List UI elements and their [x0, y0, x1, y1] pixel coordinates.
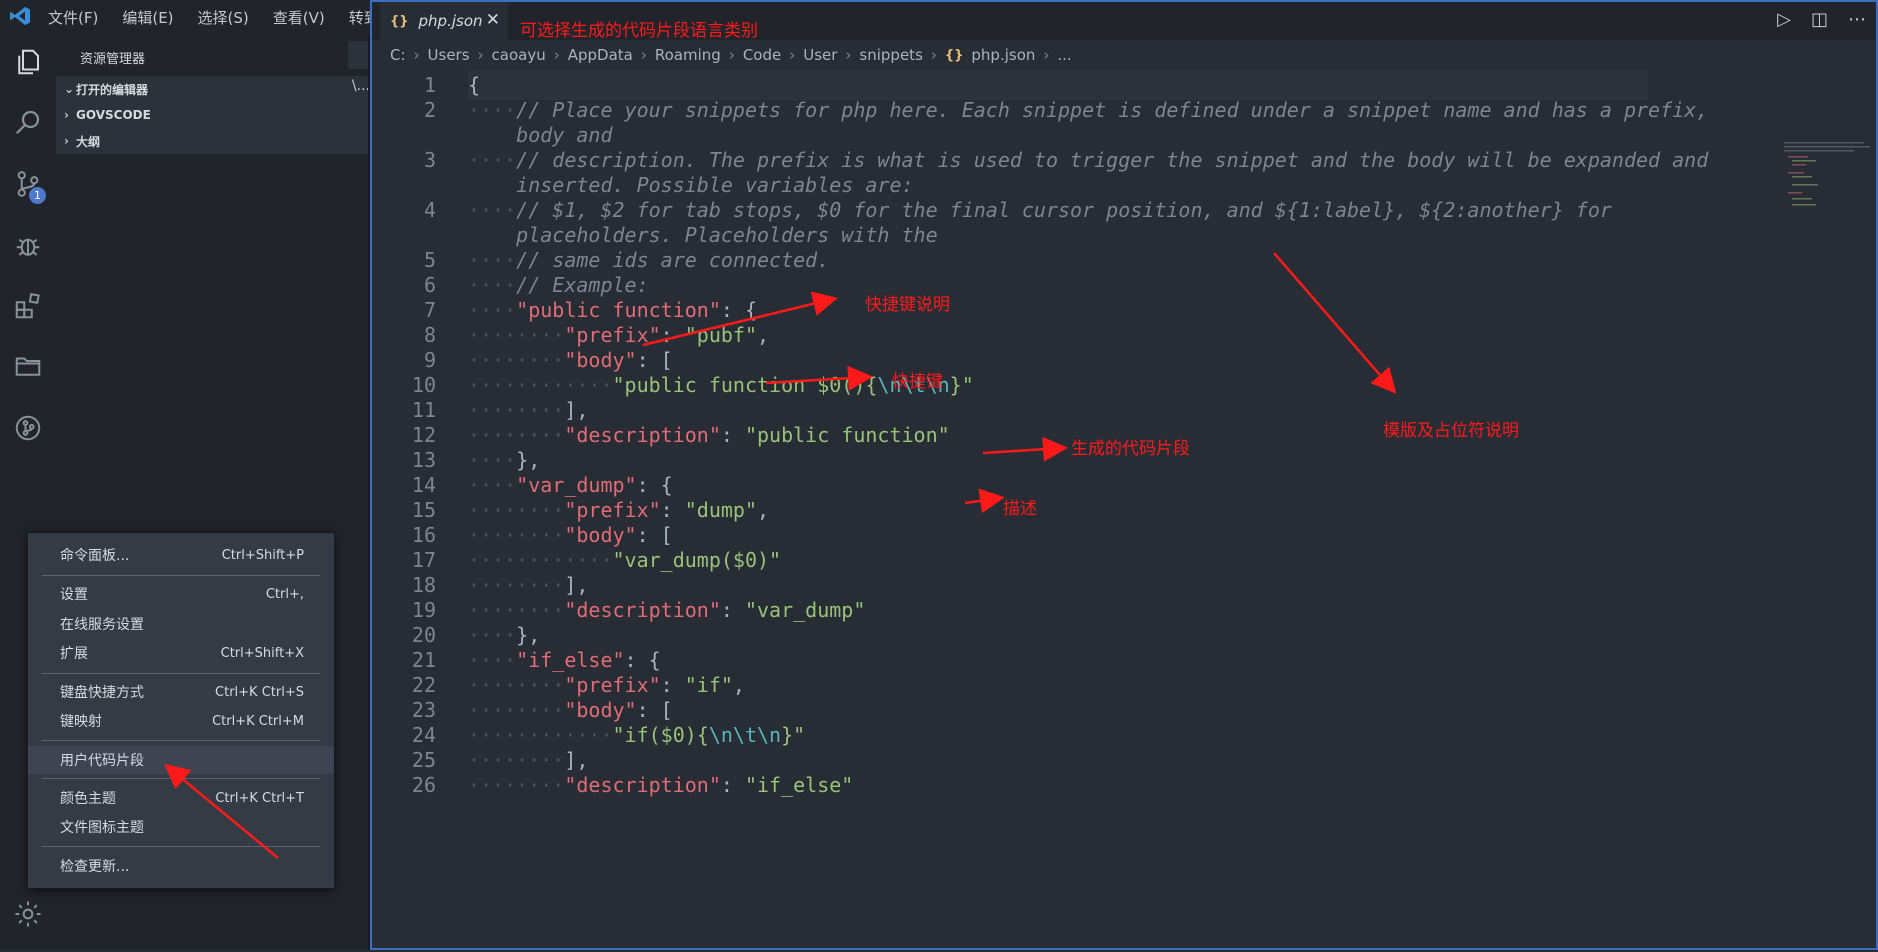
menu-item-user-snippets[interactable]: 用户代码片段: [28, 746, 334, 774]
split-editor-icon[interactable]: ◫: [1811, 9, 1828, 30]
extensions-icon[interactable]: [12, 290, 44, 322]
line-number: 3: [423, 148, 436, 172]
editor-group: {} php.json ✕ ▷ ◫ ⋯ C: › Users › caoayu › A…: [370, 0, 1878, 950]
tab-label: php.json: [418, 12, 483, 30]
chevron-right-icon: ›: [728, 46, 735, 64]
menu-item-keyboard-shortcuts[interactable]: 键盘快捷方式 Ctrl+K Ctrl+S: [28, 678, 334, 706]
menu-item-keymaps[interactable]: 键映射 Ctrl+K Ctrl+M: [28, 707, 334, 735]
chevron-right-icon: ›: [930, 46, 937, 64]
chevron-right-icon: ›: [553, 46, 560, 64]
breadcrumb-item[interactable]: Users: [428, 46, 470, 64]
chevron-right-icon: ›: [1043, 46, 1050, 64]
menu-item-check-updates[interactable]: 检查更新...: [28, 852, 334, 880]
vscode-logo-icon: [10, 7, 30, 25]
more-actions-icon[interactable]: ⋯: [1848, 9, 1866, 30]
menu-view[interactable]: 查看(V): [273, 7, 325, 28]
section-label: 打开的编辑器: [76, 82, 149, 97]
line-number: 2: [423, 98, 436, 122]
menu-file[interactable]: 文件(F): [48, 7, 98, 28]
sidebar-title: 资源管理器: [80, 52, 146, 67]
breadcrumb-item[interactable]: php.json: [971, 46, 1035, 64]
gear-icon[interactable]: [12, 898, 44, 930]
breadcrumb-item[interactable]: AppData: [568, 46, 633, 64]
breadcrumb: C: › Users › caoayu › AppData › Roaming › Cod…: [390, 46, 1072, 64]
chevron-right-icon: ›: [640, 46, 647, 64]
breadcrumb-item[interactable]: Code: [743, 46, 781, 64]
chevron-right-icon: ›: [789, 46, 796, 64]
title-bar: 文件(F) 编辑(E) 选择(S) 查看(V) 转到: [0, 0, 379, 36]
chevron-right-icon: ›: [477, 46, 484, 64]
sidebar-scrollbar[interactable]: [348, 41, 368, 69]
section-open-editors[interactable]: ⌄ 打开的编辑器 \...: [56, 76, 370, 102]
manage-context-menu: 命令面板... Ctrl+Shift+P 设置 Ctrl+, 在线服务设置 扩展 Ct…: [27, 532, 335, 889]
json-file-icon: {}: [944, 47, 964, 63]
breadcrumb-item[interactable]: Roaming: [655, 46, 721, 64]
menu-separator: [42, 740, 320, 741]
scm-badge: 1: [29, 187, 46, 204]
menu-item-settings[interactable]: 设置 Ctrl+,: [28, 580, 334, 608]
menu-item-extensions[interactable]: 扩展 Ctrl+Shift+X: [28, 639, 334, 667]
annotation-template-placeholder: 模版及占位符说明: [1383, 421, 1519, 441]
annotation-generated-snippet: 生成的代码片段: [1071, 439, 1190, 459]
explorer-icon[interactable]: [12, 46, 44, 78]
menu-item-online-settings[interactable]: 在线服务设置: [28, 610, 334, 638]
tab-php-json[interactable]: {} php.json ✕: [380, 2, 508, 40]
section-outline[interactable]: › 大纲: [56, 128, 368, 154]
chevron-right-icon: ›: [413, 46, 420, 64]
code-editor[interactable]: 1 2 3 4 5 6 7 8 9 10 11 12 13 14 15 16 1…: [372, 70, 1876, 952]
menu-item-file-icon-theme[interactable]: 文件图标主题: [28, 813, 334, 841]
menu-item-color-theme[interactable]: 颜色主题 Ctrl+K Ctrl+T: [28, 784, 334, 812]
menu-separator: [42, 846, 320, 847]
breadcrumb-item[interactable]: User: [803, 46, 837, 64]
menu-edit[interactable]: 编辑(E): [122, 7, 173, 28]
annotation-shortcut-desc: 快捷键说明: [865, 295, 950, 315]
line-number: 26: [411, 773, 436, 797]
section-label: 大纲: [76, 134, 101, 149]
folder-icon[interactable]: [12, 350, 44, 382]
close-icon[interactable]: ✕: [486, 10, 500, 30]
code-line: ········"description": "if_else": [468, 773, 854, 797]
search-icon[interactable]: [12, 106, 44, 138]
menu-bar: 文件(F) 编辑(E) 选择(S) 查看(V) 转到: [48, 7, 379, 28]
menu-separator: [42, 778, 320, 779]
menu-separator: [42, 673, 320, 674]
breadcrumb-item[interactable]: snippets: [859, 46, 922, 64]
annotation-description: 描述: [1003, 499, 1037, 519]
breadcrumb-item[interactable]: C:: [390, 46, 406, 64]
chevron-right-icon: ›: [64, 134, 69, 148]
json-file-icon: {}: [390, 13, 409, 29]
chevron-right-icon: ›: [845, 46, 852, 64]
chevron-down-icon: ⌄: [64, 82, 75, 96]
breadcrumb-item[interactable]: ...: [1057, 46, 1071, 64]
annotation-language-hint: 可选择生成的代码片段语言类别: [520, 21, 758, 41]
editor-actions: ▷ ◫ ⋯: [1777, 9, 1866, 30]
git-graph-icon[interactable]: [12, 412, 44, 444]
debug-icon[interactable]: [12, 230, 44, 262]
breadcrumb-item[interactable]: caoayu: [492, 46, 546, 64]
run-icon[interactable]: ▷: [1777, 9, 1791, 30]
line-number: 4: [423, 198, 436, 222]
section-govscode[interactable]: › GOVSCODE: [56, 102, 368, 128]
chevron-right-icon: ›: [64, 108, 69, 122]
section-label: GOVSCODE: [76, 108, 151, 122]
annotation-shortcut: 快捷键: [892, 372, 943, 392]
menu-separator: [42, 575, 320, 576]
menu-item-command-palette[interactable]: 命令面板... Ctrl+Shift+P: [28, 541, 334, 569]
menu-selection[interactable]: 选择(S): [198, 7, 249, 28]
